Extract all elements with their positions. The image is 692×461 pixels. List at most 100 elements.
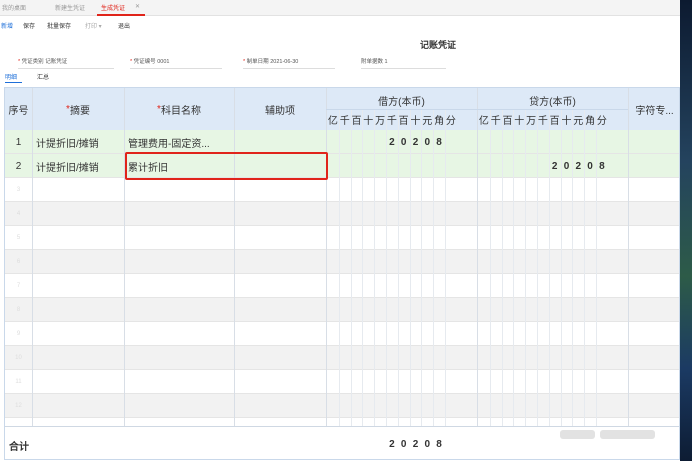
amount-digit: 8 [436,136,442,148]
col-credit-header: 贷方(本币) [529,96,576,108]
highlight-box [125,152,328,180]
table-row[interactable]: 4 [5,202,679,226]
row-index: 12 [15,403,22,409]
document-title: 记账凭证 [420,40,457,50]
col-index-header: 序号 [8,105,29,117]
digit-unit-label: 万 [375,116,386,127]
date-value: 2021-06-30 [270,59,299,65]
digit-divider [548,110,550,426]
total-debit-amount: 20208 [327,432,457,456]
amount-digit: 0 [587,160,593,172]
debit-amount[interactable] [327,154,457,178]
tab-desktop[interactable]: 我的桌面 [2,3,26,12]
table-row[interactable]: 8 [5,298,679,322]
tab-detail[interactable]: 明细 [5,72,17,81]
credit-digit-units: 亿千百十万千百十元角分 [478,112,608,127]
voucher-no-value: 0001 [157,59,170,65]
digit-unit-label: 十 [363,116,374,127]
row-index: 8 [16,307,21,313]
voucher-grid: 序号 * 摘要 * 科目名称 辅助项 借方(本币) 贷方(本币) 字符专... 亿千… [4,87,680,460]
digit-unit-label: 千 [386,116,397,127]
digit-unit-label: 百 [398,116,409,127]
table-row[interactable]: 10 [5,346,679,370]
account-cell[interactable]: 管理费用-固定资... [128,130,232,154]
digit-unit-label: 分 [596,116,607,127]
digit-divider [433,110,435,426]
digit-divider [513,110,515,426]
table-row[interactable]: 5 [5,226,679,250]
digit-unit-label: 万 [526,116,537,127]
attachments-value: 1 [384,59,388,65]
back-button[interactable]: 退出 [118,21,130,30]
table-row[interactable]: 9 [5,322,679,346]
digit-unit-label: 千 [537,116,548,127]
column-divider [326,88,327,426]
voucher-type-value: 记账凭证 [45,59,68,65]
digit-unit-label: 元 [573,116,584,127]
digit-unit-label: 元 [422,116,433,127]
table-row[interactable]: 3 [5,178,679,202]
new-button[interactable]: 新增 [1,21,13,30]
row-index: 11 [15,379,22,385]
column-divider [124,88,125,426]
amount-digit: 8 [436,438,442,450]
date-field[interactable]: * 制单日期 2021-06-30 [243,57,298,65]
amount-digit: 2 [389,136,395,148]
digit-divider [572,110,574,426]
table-row[interactable]: 11 [5,370,679,394]
summary-cell[interactable]: 计提折旧/摊销 [36,130,124,154]
digit-divider [525,110,527,426]
row-index: 2 [15,160,22,172]
batch-save-button[interactable]: 批量保存 [47,21,71,30]
blurred-area [600,430,655,439]
tab-summary[interactable]: 汇总 [37,72,49,81]
credit-amount[interactable]: 20208 [478,154,608,178]
debit-amount[interactable]: 20208 [327,130,457,154]
column-divider [628,88,629,426]
column-divider [234,88,235,426]
amount-digit: 0 [424,438,431,450]
toolbar: 新增 保存 批量保存 打印 ▾ 退出 [0,16,680,32]
blurred-area [560,430,595,439]
table-row[interactable]: 6 [5,250,679,274]
digit-divider [397,110,399,426]
attachments-field[interactable]: 附单据数 1 [361,57,388,65]
save-button[interactable]: 保存 [23,21,35,30]
tab-new-voucher[interactable]: 新建生凭证 [55,3,85,12]
table-row[interactable]: 12 [5,394,679,418]
table-row[interactable]: 7 [5,274,679,298]
row-index: 7 [16,283,21,289]
amount-digit: 2 [551,160,558,172]
amount-digit: 0 [400,136,407,148]
close-icon[interactable]: ✕ [135,3,140,10]
voucher-no-field[interactable]: * 凭证编号 0001 [130,57,169,65]
digit-unit-label: 角 [585,116,596,127]
digit-unit-label: 百 [502,116,513,127]
digit-divider [501,110,503,426]
credit-amount[interactable] [478,130,608,154]
amount-digit: 2 [412,136,419,148]
field-underline [361,68,446,69]
voucher-type-field[interactable]: * 凭证类别 记账凭证 [18,57,67,65]
digit-divider [421,110,423,426]
amount-digit: 8 [599,160,605,172]
row-index: 3 [16,187,21,193]
digit-divider [596,110,597,426]
debit-digit-units: 亿千百十万千百十元角分 [327,112,457,127]
amount-digit: 2 [389,438,395,450]
digit-divider [350,110,352,426]
digit-unit-label: 百 [549,116,560,127]
field-underline [130,68,222,69]
column-divider [477,88,478,426]
digit-divider [409,110,411,426]
summary-cell[interactable]: 计提折旧/摊销 [36,154,124,178]
column-divider [32,88,33,426]
digit-unit-label: 亿 [327,116,338,127]
table-row[interactable]: 2 计提折旧/摊销 累计折旧 2 0 2 0 8 [5,154,679,178]
tab-generate-voucher[interactable]: 生成凭证 [101,3,125,12]
print-menu-button[interactable]: 打印 ▾ [85,21,102,30]
table-row[interactable]: 1 计提折旧/摊销 管理费用-固定资... 2 0 2 0 8 [5,130,679,154]
row-index: 10 [15,355,22,361]
field-underline [243,68,335,69]
row-index: 1 [15,136,22,148]
